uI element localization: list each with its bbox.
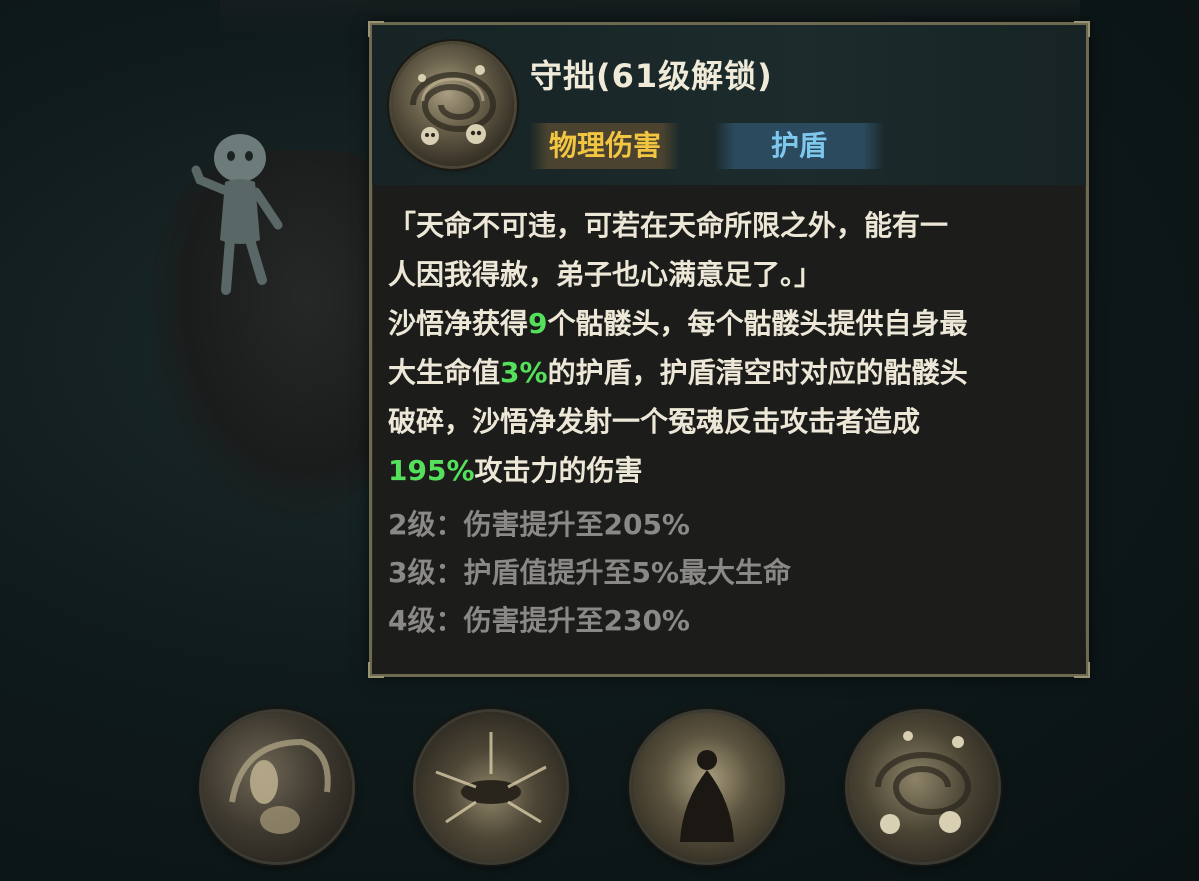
desc-text: 沙悟净获得 bbox=[388, 307, 529, 340]
background-spirit-figure bbox=[191, 134, 283, 295]
desc-line-4: 195%攻击力的伤害 bbox=[388, 446, 1078, 495]
skill-slot-3[interactable] bbox=[632, 712, 782, 862]
skill-tooltip-panel: 守拙(61级解锁) 物理伤害 护盾 「天命不可违，可若在天命所限之外，能有一 人… bbox=[368, 21, 1090, 678]
desc-line-3: 破碎，沙悟净发射一个冤魂反击攻击者造成 bbox=[388, 405, 921, 438]
level-upgrade-item: 3级：护盾值提升至5%最大生命 bbox=[388, 556, 792, 589]
scroll-fade-overlay bbox=[372, 634, 1086, 674]
quote-line-2: 人因我得赦，弟子也心满意足了。」 bbox=[388, 258, 823, 291]
desc-text: 大生命值 bbox=[388, 356, 501, 389]
level-upgrades-list[interactable]: 2级：伤害提升至205% 3级：护盾值提升至5%最大生命 4级：伤害提升至230… bbox=[388, 501, 1078, 645]
skill-description: 「天命不可违，可若在天命所限之外，能有一 人因我得赦，弟子也心满意足了。」 沙悟… bbox=[388, 201, 1078, 495]
desc-text: 攻击力的伤害 bbox=[474, 454, 643, 487]
level-upgrade-item: 2级：伤害提升至205% bbox=[388, 508, 690, 541]
desc-text: 个骷髅头，每个骷髅头提供自身最 bbox=[547, 307, 968, 340]
skill-icon-4 bbox=[875, 731, 972, 834]
desc-line-1: 沙悟净获得9个骷髅头，每个骷髅头提供自身最 bbox=[388, 299, 1078, 348]
skill-icon-3 bbox=[680, 750, 734, 842]
skill-slot-1[interactable] bbox=[202, 712, 352, 862]
shield-percent-value: 3% bbox=[500, 356, 548, 389]
skill-title: 守拙(61级解锁) bbox=[530, 57, 773, 95]
skill-skull-vortex-icon bbox=[392, 44, 514, 166]
skill-icon-1 bbox=[229, 738, 331, 834]
skill-slot-2[interactable] bbox=[416, 712, 566, 862]
quote-line-1: 「天命不可违，可若在天命所限之外，能有一 bbox=[388, 209, 949, 242]
skull-count-value: 9 bbox=[528, 307, 548, 340]
tooltip-header: 守拙(61级解锁) 物理伤害 护盾 bbox=[372, 25, 1086, 185]
damage-percent-value: 195% bbox=[388, 454, 475, 487]
skill-icon-2 bbox=[435, 732, 547, 824]
tag-physical-damage: 物理伤害 bbox=[530, 123, 680, 169]
tag-shield: 护盾 bbox=[714, 123, 884, 169]
desc-text: 的护盾，护盾清空时对应的骷髅头 bbox=[547, 356, 968, 389]
desc-line-2: 大生命值3%的护盾，护盾清空时对应的骷髅头 bbox=[388, 348, 1078, 397]
skill-slot-4[interactable] bbox=[848, 712, 998, 862]
